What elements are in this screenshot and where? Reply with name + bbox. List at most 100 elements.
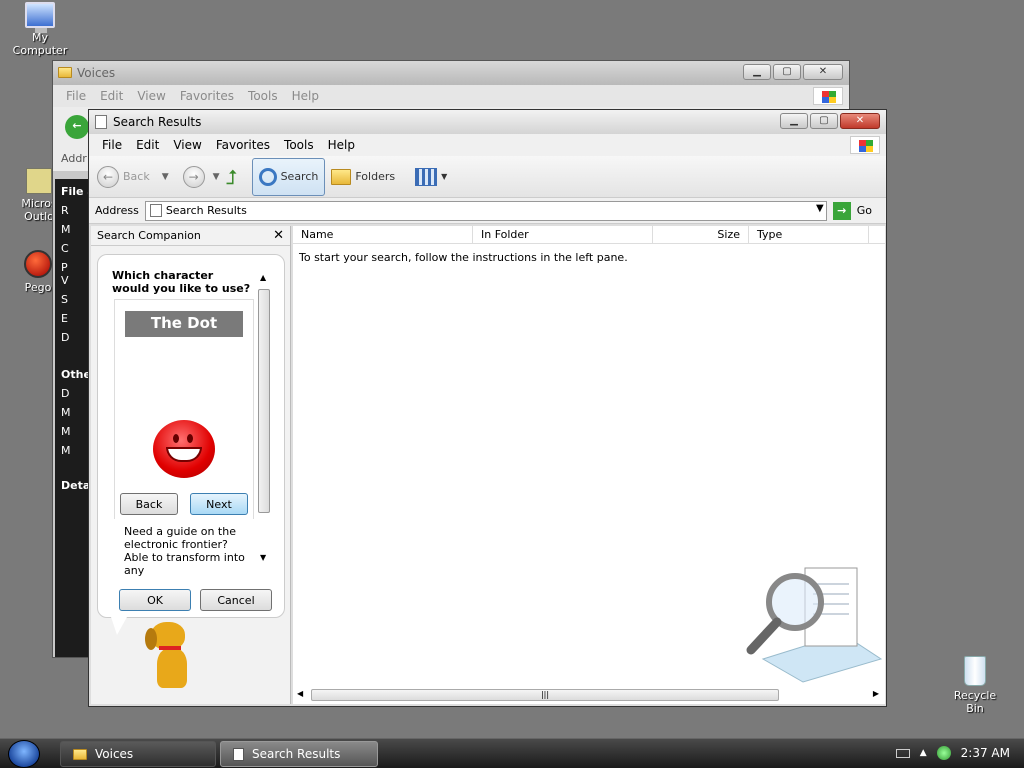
menu-file[interactable]: File: [95, 138, 129, 152]
address-label: Address: [95, 204, 139, 217]
show-hidden-icons-icon[interactable]: ▲: [920, 748, 927, 758]
next-button[interactable]: Next: [190, 493, 248, 515]
windows-logo-icon: [850, 136, 880, 154]
voices-titlebar[interactable]: Voices ▁ ▢ ✕: [53, 61, 849, 85]
scroll-right-arrow-icon[interactable]: ▶: [873, 689, 879, 698]
speech-bubble-tail: [111, 617, 127, 635]
task-item[interactable]: S: [55, 287, 91, 306]
cancel-button[interactable]: Cancel: [200, 589, 272, 611]
views-icon: [415, 167, 438, 186]
search-window-icon: [95, 115, 107, 129]
outlook-icon: [26, 168, 52, 194]
search-button[interactable]: Search: [251, 157, 326, 196]
keyboard-icon[interactable]: [895, 748, 910, 758]
column-header-in-folder[interactable]: In Folder: [473, 226, 653, 243]
maximize-button[interactable]: ▢: [773, 64, 801, 80]
search-menubar: File Edit View Favorites Tools Help: [89, 134, 886, 156]
empty-results-message: To start your search, follow the instruc…: [299, 251, 628, 264]
scroll-up-arrow-icon[interactable]: ▲: [260, 273, 266, 282]
start-button[interactable]: [8, 740, 40, 768]
character-question: Which character would you like to use?: [112, 269, 251, 295]
menu-view[interactable]: View: [166, 138, 208, 152]
search-titlebar[interactable]: Search Results ▁ ▢ ✕: [89, 110, 886, 134]
close-button[interactable]: ✕: [803, 64, 843, 80]
ok-button[interactable]: OK: [119, 589, 191, 611]
search-dog-character[interactable]: [143, 622, 203, 692]
the-dot-character: [153, 420, 215, 478]
chevron-down-icon: ▼: [441, 172, 448, 181]
views-button[interactable]: ▼: [415, 167, 448, 186]
address-field[interactable]: Search Results ▼: [144, 200, 827, 221]
pego-icon: [24, 250, 52, 278]
minimize-button[interactable]: ▁: [780, 113, 808, 129]
menu-help[interactable]: Help: [321, 138, 362, 152]
task-item[interactable]: D: [55, 381, 91, 400]
menu-file[interactable]: File: [59, 89, 93, 103]
task-item[interactable]: P: [55, 255, 91, 274]
back-button[interactable]: Back: [120, 493, 178, 515]
chevron-down-icon[interactable]: ▼: [213, 172, 220, 182]
column-headers: Name In Folder Size Type: [293, 226, 885, 244]
column-header-size[interactable]: Size: [653, 226, 749, 243]
voices-task-pane: File a R M C P V S E D Other D M M M Det…: [55, 179, 91, 657]
clock[interactable]: 2:37 AM: [961, 746, 1010, 760]
results-list[interactable]: Name In Folder Size Type To start your s…: [293, 226, 885, 704]
column-header-name[interactable]: Name: [293, 226, 473, 243]
desktop-icon-label: Pego: [24, 281, 52, 294]
menu-help[interactable]: Help: [285, 89, 326, 103]
forward-button[interactable]: → ▼: [182, 165, 220, 188]
task-item[interactable]: R: [55, 198, 91, 217]
computer-icon: [25, 2, 55, 33]
close-icon[interactable]: ✕: [273, 228, 284, 243]
up-folder-icon: ⮥: [225, 164, 238, 189]
horizontal-scrollbar[interactable]: ◀ ||| ▶: [293, 688, 883, 702]
task-item[interactable]: M: [55, 400, 91, 419]
back-button[interactable]: ← Back ▼: [97, 165, 169, 188]
menu-edit[interactable]: Edit: [129, 138, 166, 152]
task-item[interactable]: D: [55, 325, 91, 344]
maximize-button[interactable]: ▢: [810, 113, 838, 129]
column-header-type[interactable]: Type: [749, 226, 869, 243]
taskbar-button-voices[interactable]: Voices: [60, 741, 216, 767]
scroll-thumb[interactable]: [258, 289, 270, 513]
desktop-icon-label: My Computer: [12, 31, 68, 57]
menu-tools[interactable]: Tools: [241, 89, 285, 103]
back-arrow-icon[interactable]: ←: [65, 115, 89, 139]
scroll-down-arrow-icon[interactable]: ▼: [260, 553, 266, 562]
scroll-thumb[interactable]: |||: [311, 689, 779, 701]
window-title: Voices: [77, 66, 116, 80]
folders-label: Folders: [355, 170, 396, 183]
task-item[interactable]: V: [55, 274, 91, 287]
task-item[interactable]: E: [55, 306, 91, 325]
menu-view[interactable]: View: [130, 89, 172, 103]
go-arrow-icon[interactable]: →: [832, 201, 851, 220]
desktop-icon-my-computer[interactable]: My Computer: [4, 2, 76, 57]
search-results-window[interactable]: Search Results ▁ ▢ ✕ File Edit View Favo…: [88, 109, 887, 707]
character-preview: The Dot: [114, 299, 254, 519]
scrollbar[interactable]: ▲ ▼: [256, 273, 272, 569]
menu-favorites[interactable]: Favorites: [209, 138, 277, 152]
task-item[interactable]: C: [55, 236, 91, 255]
scroll-left-arrow-icon[interactable]: ◀: [297, 689, 303, 698]
task-item[interactable]: M: [55, 419, 91, 438]
menu-favorites[interactable]: Favorites: [173, 89, 241, 103]
minimize-button[interactable]: ▁: [743, 64, 771, 80]
menu-edit[interactable]: Edit: [93, 89, 130, 103]
folders-button[interactable]: Folders: [331, 168, 396, 185]
task-item[interactable]: M: [55, 438, 91, 457]
voices-menubar: File Edit View Favorites Tools Help: [53, 85, 849, 107]
desktop-icon-recycle-bin[interactable]: Recycle Bin: [944, 656, 1006, 715]
taskbar-button-search-results[interactable]: Search Results: [220, 741, 378, 767]
close-button[interactable]: ✕: [840, 113, 880, 129]
chevron-down-icon[interactable]: ▼: [162, 172, 169, 182]
task-item[interactable]: M: [55, 217, 91, 236]
go-button[interactable]: Go: [857, 204, 872, 217]
back-arrow-icon: ←: [97, 165, 119, 188]
network-icon[interactable]: [936, 746, 951, 760]
up-folder-button[interactable]: ⮥: [226, 167, 246, 187]
companion-header: Search Companion ✕: [91, 226, 290, 246]
search-label: Search: [280, 170, 319, 183]
menu-tools[interactable]: Tools: [277, 138, 321, 152]
chevron-down-icon[interactable]: ▼: [816, 203, 824, 214]
search-results-icon: [149, 204, 162, 217]
